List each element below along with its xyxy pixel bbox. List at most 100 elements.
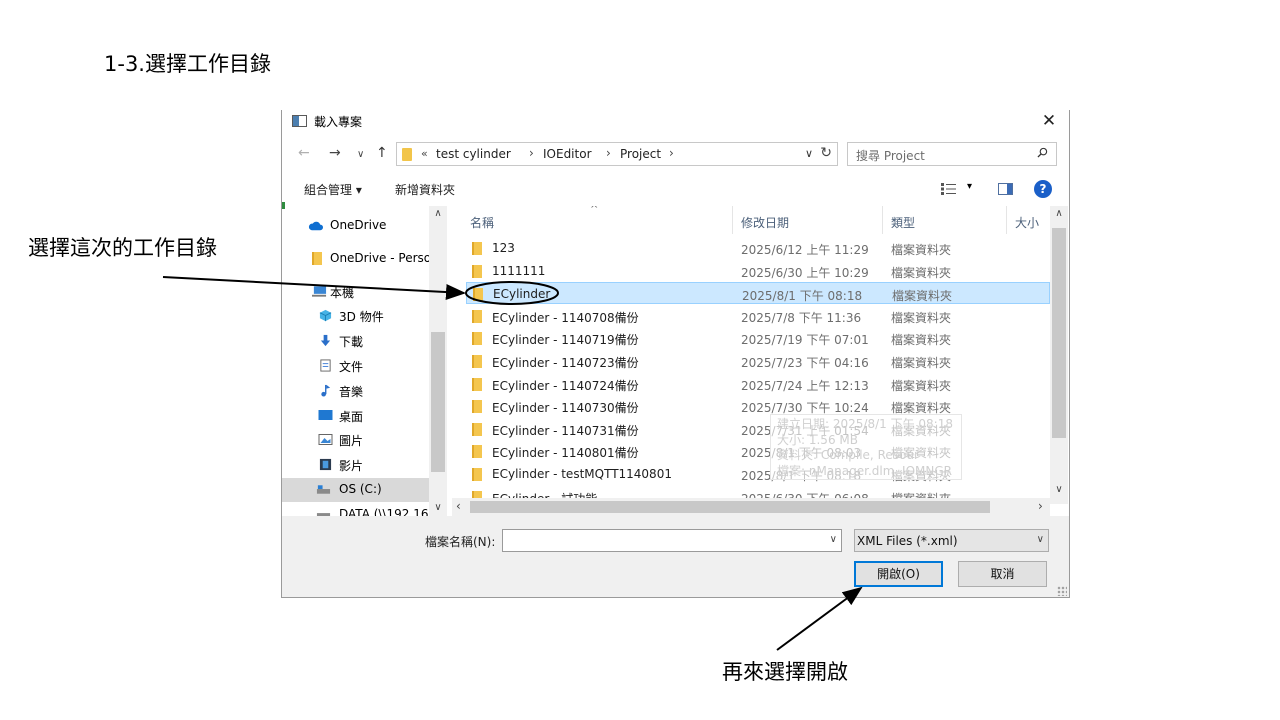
- column-header-type[interactable]: 類型: [891, 214, 915, 231]
- folder-icon: [472, 400, 482, 414]
- nav-item-3d-objects[interactable]: 3D 物件: [282, 304, 429, 328]
- scroll-thumb[interactable]: [470, 501, 990, 513]
- folder-info-tooltip: 建立日期: 2025/8/1 下午 08:18 大小: 1.56 MB 資料夾:…: [770, 414, 962, 480]
- file-row[interactable]: ECylinder - 1140724備份 2025/7/24 上午 12:13 檔…: [466, 373, 1050, 395]
- help-icon[interactable]: ?: [1034, 180, 1052, 198]
- file-list: ^ 名稱 修改日期 類型 大小 123 2025/6/12 上午 11:29 檔案資…: [452, 206, 1050, 510]
- scroll-thumb[interactable]: [1052, 228, 1066, 438]
- scroll-left-arrow[interactable]: ‹: [456, 499, 461, 513]
- nav-item-documents[interactable]: 文件: [282, 354, 429, 378]
- chevron-down-icon[interactable]: ∨: [830, 534, 837, 545]
- file-type-select[interactable]: XML Files (*.xml) ∨: [854, 529, 1049, 552]
- file-date: 2025/7/23 下午 04:16: [741, 356, 869, 370]
- column-header-name[interactable]: 名稱: [470, 214, 494, 231]
- file-type: 檔案資料夾: [891, 333, 952, 348]
- file-name: ECylinder - 1140801備份: [492, 446, 639, 461]
- resize-grip[interactable]: [1057, 586, 1067, 596]
- file-row[interactable]: ECylinder 2025/8/1 下午 08:18 檔案資料夾: [466, 282, 1050, 305]
- breadcrumb-ioeditor[interactable]: IOEditor: [543, 147, 592, 161]
- column-divider[interactable]: [882, 206, 883, 234]
- file-row[interactable]: ECylinder - 1140723備份 2025/7/23 下午 04:16 檔…: [466, 350, 1050, 372]
- column-divider[interactable]: [732, 206, 733, 234]
- breadcrumb-separator[interactable]: ›: [669, 146, 674, 160]
- tooltip-line: 資料夾: Compile, Resour: [777, 448, 919, 462]
- nav-item-downloads[interactable]: 下載: [282, 329, 429, 353]
- scroll-up-arrow[interactable]: ∧: [429, 208, 447, 219]
- nav-item-this-pc[interactable]: 本機: [282, 280, 429, 304]
- cancel-button[interactable]: 取消: [958, 561, 1047, 587]
- recent-locations-dropdown[interactable]: ∨: [357, 149, 364, 160]
- open-button[interactable]: 開啟(O): [854, 561, 943, 587]
- scroll-down-arrow[interactable]: ∨: [429, 502, 447, 513]
- scroll-thumb[interactable]: [431, 332, 445, 472]
- new-folder-button[interactable]: 新增資料夾: [395, 181, 455, 198]
- file-date: 2025/6/12 上午 11:29: [741, 243, 869, 257]
- file-name: ECylinder - 1140730備份: [492, 401, 639, 416]
- column-header-size[interactable]: 大小: [1015, 214, 1039, 231]
- breadcrumb-overflow[interactable]: «: [421, 147, 428, 160]
- file-row[interactable]: ECylinder - 1140708備份 2025/7/8 下午 11:36 檔案…: [466, 305, 1050, 327]
- breadcrumb-separator[interactable]: ›: [529, 146, 534, 160]
- tooltip-line: 建立日期: 2025/8/1 下午 08:18: [777, 417, 953, 431]
- close-button[interactable]: ✕: [1039, 111, 1059, 131]
- file-type: 檔案資料夾: [891, 356, 952, 370]
- file-name: ECylinder - 1140719備份: [492, 333, 639, 348]
- file-row[interactable]: ECylinder - 1140730備份 2025/7/30 下午 10:24 檔…: [466, 395, 1050, 417]
- load-project-dialog: 載入專案 ✕ ← → ∨ ↑ « test cylinder › IOEdito…: [281, 110, 1070, 598]
- nav-item-onedrive-personal[interactable]: OneDrive - Perso: [282, 247, 429, 271]
- preview-pane-icon[interactable]: [998, 183, 1013, 195]
- annotation-select-open: 再來選擇開啟: [722, 660, 848, 684]
- breadcrumb-test-cylinder[interactable]: test cylinder: [436, 147, 511, 161]
- folder-icon: [472, 264, 482, 278]
- nav-item-onedrive[interactable]: OneDrive: [282, 214, 429, 238]
- file-type: 檔案資料夾: [891, 243, 952, 257]
- file-name: ECylinder: [493, 287, 551, 302]
- view-options-icon[interactable]: [941, 183, 957, 195]
- file-name: ECylinder - 1140723備份: [492, 356, 639, 370]
- filelist-vertical-scrollbar[interactable]: ∧ ∨: [1050, 206, 1068, 504]
- annotation-select-directory: 選擇這次的工作目錄: [28, 236, 217, 260]
- view-dropdown[interactable]: ▾: [967, 181, 972, 192]
- column-header-modified[interactable]: 修改日期: [741, 214, 789, 231]
- file-row[interactable]: 1111111 2025/6/30 上午 10:29 檔案資料夾: [466, 260, 1050, 282]
- forward-button[interactable]: →: [329, 145, 341, 161]
- folder-icon: [472, 422, 482, 436]
- file-type: 檔案資料夾: [891, 265, 952, 280]
- file-type-value: XML Files (*.xml): [857, 534, 958, 548]
- file-date: 2025/7/8 下午 11:36: [741, 310, 862, 325]
- back-button[interactable]: ←: [298, 145, 310, 161]
- file-row[interactable]: ECylinder - 1140801備份2025/8/1 下午 08:03檔案…: [466, 440, 1050, 462]
- nav-item-pictures[interactable]: 圖片: [282, 428, 429, 452]
- refresh-icon[interactable]: ↻: [820, 145, 832, 161]
- command-toolbar: 組合管理 ▾ 新增資料夾 ▾ ?: [282, 176, 1069, 202]
- file-row[interactable]: ECylinder - testMQTT11408012025/8/1 下午 0…: [466, 463, 1050, 485]
- filelist-horizontal-scrollbar[interactable]: ‹ ›: [452, 498, 1050, 516]
- column-divider[interactable]: [1006, 206, 1007, 234]
- nav-item-os-c[interactable]: OS (C:): [282, 478, 429, 502]
- file-row[interactable]: 123 2025/6/12 上午 11:29 檔案資料夾: [466, 237, 1050, 259]
- navpane-scrollbar[interactable]: ∧ ∨: [429, 206, 447, 520]
- address-bar[interactable]: « test cylinder › IOEditor › Project › ∨…: [396, 142, 838, 166]
- breadcrumb-separator[interactable]: ›: [606, 146, 611, 160]
- navigation-row: ← → ∨ ↑ « test cylinder › IOEditor › Pro…: [282, 142, 1069, 168]
- scroll-down-arrow[interactable]: ∨: [1050, 484, 1068, 495]
- dialog-titlebar: 載入專案 ✕: [282, 110, 1069, 136]
- scroll-up-arrow[interactable]: ∧: [1050, 208, 1068, 219]
- file-type: 檔案資料夾: [891, 310, 952, 325]
- breadcrumb-project[interactable]: Project: [620, 147, 661, 161]
- filename-input[interactable]: ∨: [502, 529, 842, 552]
- search-box[interactable]: 搜尋 Project: [847, 142, 1057, 166]
- nav-item-desktop[interactable]: 桌面: [282, 404, 429, 428]
- scroll-right-arrow[interactable]: ›: [1038, 499, 1043, 513]
- organize-menu[interactable]: 組合管理 ▾: [304, 181, 362, 198]
- nav-item-music[interactable]: 音樂: [282, 379, 429, 403]
- file-row[interactable]: ECylinder - 1140719備份 2025/7/19 下午 07:01 檔…: [466, 327, 1050, 349]
- file-row[interactable]: ECylinder - 1140731備份2025/7/31 上午 01:54檔…: [466, 418, 1050, 440]
- sort-indicator: ^: [590, 206, 599, 215]
- address-dropdown[interactable]: ∨: [805, 147, 813, 160]
- tooltip-line: 檔案: nManager.dlm, IOMNGR: [777, 463, 952, 478]
- up-button[interactable]: ↑: [376, 145, 388, 161]
- drive-icon: [316, 485, 331, 494]
- download-icon: [320, 334, 331, 347]
- nav-item-videos[interactable]: 影片: [282, 453, 429, 477]
